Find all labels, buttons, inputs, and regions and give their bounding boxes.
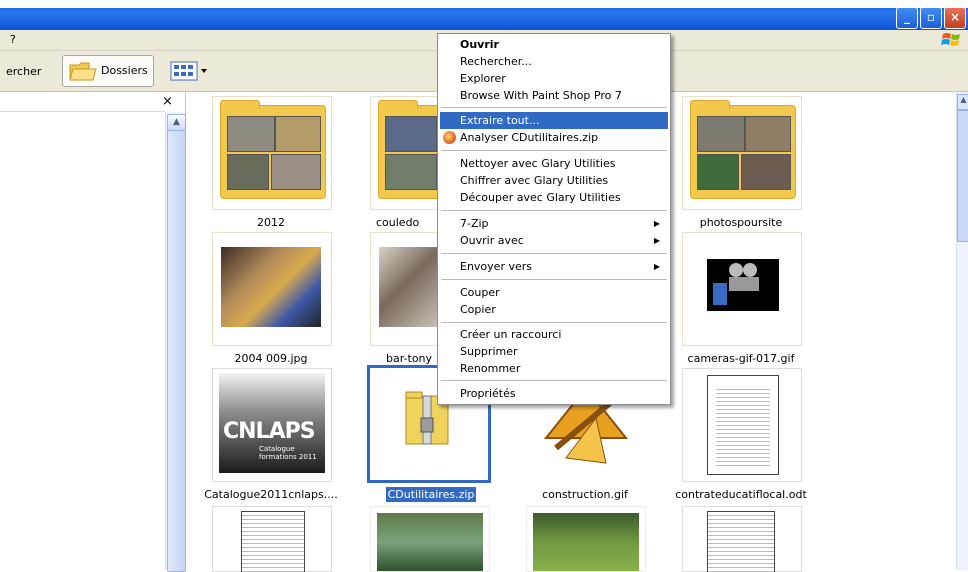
image-thumbnail: [370, 232, 442, 346]
folder-thumbnail: [370, 96, 444, 210]
file-name: cameras-gif-017.gif: [687, 352, 795, 365]
cover-title: CNLAPS: [223, 419, 316, 444]
image-thumbnail: [526, 506, 646, 572]
catalogue-cover: CNLAPS Catalogue formations 2011: [219, 373, 325, 473]
camera-image: [707, 259, 779, 311]
menu-item-rechercher[interactable]: Rechercher...: [440, 53, 668, 70]
file-name: CDutilitaires.zip: [352, 487, 510, 502]
scroll-up-icon[interactable]: ▲: [167, 114, 186, 131]
submenu-arrow-icon: ▶: [653, 236, 660, 245]
submenu-arrow-icon: ▶: [653, 219, 660, 228]
context-menu: Ouvrir Rechercher... Explorer Browse Wit…: [437, 33, 671, 405]
cover-subtitle: Catalogue: [259, 445, 295, 453]
menu-item-couper[interactable]: Couper: [440, 284, 668, 301]
file-name: 2004 009.jpg: [234, 352, 308, 365]
image-thumbnail: [212, 232, 332, 346]
file-name: 2012: [257, 216, 285, 229]
menu-item-ouvrir[interactable]: Ouvrir: [440, 36, 668, 53]
document-thumbnail: [212, 506, 332, 572]
folder-thumbnail: [682, 96, 802, 210]
close-pane-icon[interactable]: ×: [162, 94, 173, 109]
folder-thumbnail: [212, 96, 332, 210]
search-button[interactable]: ercher: [6, 65, 41, 78]
folders-pane-scrollbar[interactable]: ▲: [165, 112, 186, 572]
file-name: Catalogue2011cnlaps....: [204, 488, 338, 501]
menu-item-renommer[interactable]: Renommer: [440, 360, 668, 377]
file-name: construction.gif: [542, 488, 628, 501]
avast-icon: [443, 131, 456, 144]
views-icon[interactable]: [170, 61, 210, 81]
folders-button[interactable]: Dossiers: [62, 55, 154, 87]
menu-item-extraire-tout[interactable]: Extraire tout...: [440, 112, 668, 129]
file-name: contrateducatiflocal.odt: [675, 488, 807, 501]
close-button[interactable]: ×: [944, 7, 966, 29]
file-name: photospoursite: [699, 216, 783, 229]
menu-item-analyser-label: Analyser CDutilitaires.zip: [460, 131, 599, 144]
photo-image: [221, 247, 321, 327]
image-thumbnail: [682, 232, 802, 346]
menu-item-explorer[interactable]: Explorer: [440, 70, 668, 87]
menu-item-envoyer-vers[interactable]: Envoyer vers ▶: [440, 258, 668, 275]
document-thumbnail: [682, 368, 802, 482]
scrollbar-thumb[interactable]: [957, 110, 968, 242]
menu-item-decouper[interactable]: Découper avec Glary Utilities: [440, 189, 668, 206]
folder-icon: [378, 100, 444, 199]
menu-item-nettoyer[interactable]: Nettoyer avec Glary Utilities: [440, 155, 668, 172]
folders-label: Dossiers: [101, 64, 148, 77]
maximize-button[interactable]: ▫: [920, 7, 942, 29]
menu-help[interactable]: ?: [10, 33, 16, 46]
menu-item-ouvrir-avec[interactable]: Ouvrir avec ▶: [440, 232, 668, 249]
content-scrollbar[interactable]: ▲: [956, 92, 968, 570]
menu-item-chiffrer[interactable]: Chiffrer avec Glary Utilities: [440, 172, 668, 189]
document-page: [707, 375, 779, 475]
document-thumbnail: [682, 506, 802, 572]
menu-item-7zip[interactable]: 7-Zip ▶: [440, 215, 668, 232]
image-thumbnail: [370, 506, 490, 572]
menu-item-supprimer[interactable]: Supprimer: [440, 343, 668, 360]
menu-item-analyser[interactable]: Analyser CDutilitaires.zip: [440, 129, 668, 146]
folder-icon: [690, 100, 796, 199]
submenu-arrow-icon: ▶: [653, 262, 660, 271]
menu-item-proprietes[interactable]: Propriétés: [440, 385, 668, 402]
menu-item-7zip-label: 7-Zip: [460, 217, 489, 230]
menu-item-envoyer-vers-label: Envoyer vers: [460, 260, 532, 273]
menu-item-copier[interactable]: Copier: [440, 301, 668, 318]
folder-icon: [69, 62, 97, 81]
image-thumbnail: CNLAPS Catalogue formations 2011: [212, 368, 332, 482]
menu-item-browse-psp[interactable]: Browse With Paint Shop Pro 7: [440, 87, 668, 104]
scrollbar-thumb[interactable]: [167, 130, 186, 572]
selected-file-name: CDutilitaires.zip: [385, 487, 477, 502]
photo-image: [379, 247, 439, 327]
scroll-up-icon[interactable]: ▲: [957, 94, 968, 110]
menu-item-ouvrir-avec-label: Ouvrir avec: [460, 234, 524, 247]
menu-item-creer-raccourci[interactable]: Créer un raccourci: [440, 326, 668, 343]
minimize-button[interactable]: _: [896, 7, 918, 29]
windows-logo-icon: [941, 33, 960, 46]
folders-pane: × ▲: [0, 92, 186, 572]
cover-subtitle-2: formations 2011: [259, 453, 317, 461]
title-bar: _ ▫ ×: [0, 0, 968, 30]
folder-icon: [220, 100, 326, 199]
